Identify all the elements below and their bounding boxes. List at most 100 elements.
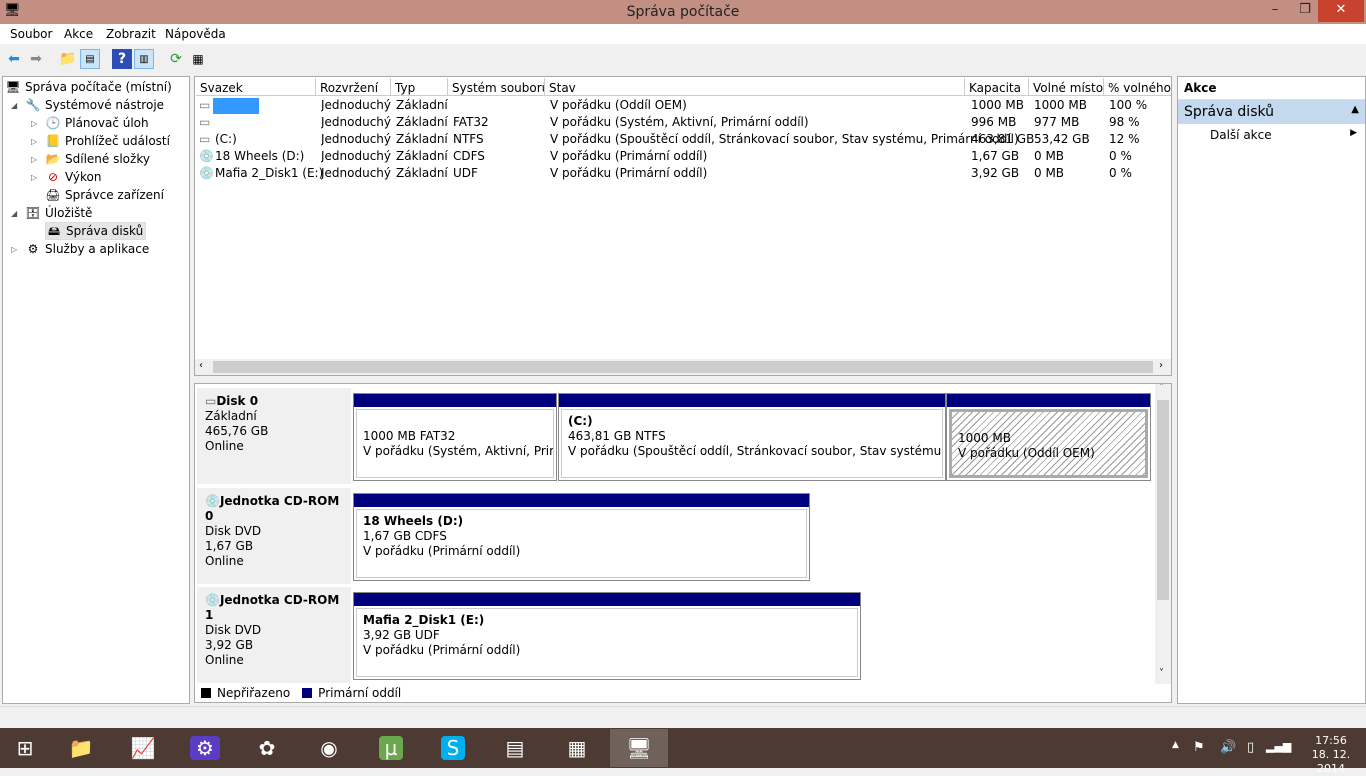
table-row[interactable]: ▭ Jednoduchý Základní V pořádku (Oddíl OEM)… bbox=[195, 97, 1171, 114]
partition-line2: V pořádku (Oddíl OEM) bbox=[958, 446, 1095, 460]
tree-item-system-tools[interactable]: ◢ 🔧 Systémové nástroje bbox=[11, 97, 164, 113]
tree-item-computer-management[interactable]: 🖥 Správa počítače (místní) bbox=[5, 79, 171, 95]
network-signal-icon[interactable]: ▂▄▆ bbox=[1266, 740, 1291, 753]
partition-title: (C:) bbox=[568, 414, 593, 428]
disk-label[interactable]: 💿Jednotka CD-ROM 0 Disk DVD 1,67 GB Online bbox=[197, 488, 351, 584]
table-row[interactable]: ▭ Jednoduchý Základní FAT32 V pořádku (Systé… bbox=[195, 114, 1171, 131]
column-header-filesystem[interactable]: Systém souborů bbox=[448, 78, 545, 96]
table-cell: Základní bbox=[396, 132, 448, 146]
selection-highlight bbox=[213, 98, 259, 114]
taskbar-app[interactable]: ⚙ bbox=[176, 729, 234, 767]
scroll-up-icon[interactable]: ˄ bbox=[1159, 384, 1164, 393]
partition-line2: V pořádku (Primární oddíl) bbox=[363, 544, 521, 558]
expand-arrow-icon[interactable]: ▷ bbox=[31, 119, 41, 128]
minimize-button[interactable]: – bbox=[1260, 0, 1290, 22]
back-icon[interactable]: ⬅ bbox=[4, 49, 24, 69]
table-row[interactable]: ▭ (C:) Jednoduchý Základní NTFS V pořádku (S… bbox=[195, 131, 1171, 148]
partition[interactable]: (C:) 463,81 GB NTFS V pořádku (Spouštěcí o… bbox=[558, 393, 946, 481]
taskbar-app[interactable]: 📈 bbox=[114, 729, 172, 767]
taskbar-app[interactable]: 📁 bbox=[52, 729, 110, 767]
menu-zobrazit[interactable]: Zobrazit bbox=[106, 27, 156, 41]
show-hidden-icons[interactable]: ▲ bbox=[1172, 740, 1179, 750]
column-header-percent-free[interactable]: % volného m bbox=[1104, 78, 1171, 96]
taskbar-app[interactable]: µ bbox=[362, 729, 420, 767]
show-hide-tree-icon[interactable]: ▤ bbox=[80, 49, 100, 69]
scrollbar-thumb[interactable] bbox=[1157, 400, 1169, 600]
tree-item-services-applications[interactable]: ▷ ⚙ Služby a aplikace bbox=[11, 241, 149, 257]
actions-header: Akce bbox=[1178, 77, 1365, 100]
tree-item-event-viewer[interactable]: ▷ 📒 Prohlížeč událostí bbox=[31, 133, 170, 149]
battery-icon[interactable]: ▯ bbox=[1247, 740, 1254, 755]
collapse-arrow-icon[interactable]: ◢ bbox=[11, 209, 21, 218]
tree-item-storage[interactable]: ◢ 🗄 Úložiště bbox=[11, 205, 92, 221]
column-header-free-space[interactable]: Volné místo bbox=[1029, 78, 1104, 96]
horizontal-scrollbar[interactable]: ‹ › bbox=[195, 359, 1171, 375]
properties-icon[interactable]: ▦ bbox=[188, 49, 208, 69]
table-cell: UDF bbox=[453, 166, 478, 180]
help-icon[interactable]: ? bbox=[112, 49, 132, 69]
event-viewer-icon: 📒 bbox=[45, 134, 61, 148]
column-header-volume[interactable]: Svazek bbox=[196, 78, 316, 96]
storage-icon: 🗄 bbox=[25, 206, 41, 220]
partition[interactable]: 1000 MB FAT32 V pořádku (Systém, Aktivní,… bbox=[353, 393, 557, 481]
scroll-down-icon[interactable]: ˅ bbox=[1159, 668, 1164, 679]
start-button[interactable]: ⊞ bbox=[0, 729, 50, 767]
legend-primary: Primární oddíl bbox=[318, 686, 402, 700]
tree-item-performance[interactable]: ▷ ⊘ Výkon bbox=[31, 169, 101, 185]
column-header-type[interactable]: Typ bbox=[391, 78, 448, 96]
clock[interactable]: 17:56 18. 12. 2014 bbox=[1300, 734, 1362, 776]
maximize-button[interactable]: ❐ bbox=[1290, 0, 1320, 22]
up-folder-icon[interactable]: 📁 bbox=[58, 49, 78, 69]
table-cell: FAT32 bbox=[453, 115, 489, 129]
taskbar-app[interactable]: 🖥 bbox=[610, 729, 668, 767]
table-cell: 0 % bbox=[1109, 166, 1132, 180]
menu-napoveda[interactable]: Nápověda bbox=[165, 27, 226, 41]
column-header-status[interactable]: Stav bbox=[545, 78, 965, 96]
menu-bar: Soubor Akce Zobrazit Nápověda bbox=[0, 24, 1366, 44]
partition-line1: 1000 MB FAT32 bbox=[363, 429, 456, 443]
chrome-icon: ◉ bbox=[320, 736, 338, 760]
column-header-layout[interactable]: Rozvržení bbox=[316, 78, 391, 96]
expand-arrow-icon[interactable]: ▷ bbox=[31, 173, 41, 182]
collapse-icon[interactable]: ▲ bbox=[1351, 104, 1359, 120]
table-row[interactable]: 💿 18 Wheels (D:) Jednoduchý Základní CDFS V p… bbox=[195, 148, 1171, 165]
action-center-flag-icon[interactable]: ⚑ bbox=[1193, 740, 1205, 755]
partition[interactable]: 1000 MB V pořádku (Oddíl OEM) bbox=[946, 393, 1151, 481]
menu-soubor[interactable]: Soubor bbox=[10, 27, 52, 41]
partition-line2: V pořádku (Primární oddíl) bbox=[363, 643, 521, 657]
partition-title bbox=[363, 414, 547, 429]
show-action-pane-icon[interactable]: ▥ bbox=[134, 49, 154, 69]
tree-item-task-scheduler[interactable]: ▷ 🕒 Plánovač úloh bbox=[31, 115, 149, 131]
scrollbar-thumb[interactable] bbox=[213, 361, 1153, 373]
taskbar-app[interactable]: ✿ bbox=[238, 729, 296, 767]
disk-label[interactable]: ▭Disk 0 Základní 465,76 GB Online bbox=[197, 388, 351, 484]
tree-item-disk-management[interactable]: 🖴 Správa disků bbox=[45, 222, 147, 240]
partition[interactable]: 18 Wheels (D:) 1,67 GB CDFS V pořádku (Pri… bbox=[353, 493, 810, 581]
tree-item-shared-folders[interactable]: ▷ 📂 Sdílené složky bbox=[31, 151, 150, 167]
vertical-scrollbar[interactable]: ˄ ˅ bbox=[1155, 384, 1171, 684]
expand-arrow-icon[interactable]: ▷ bbox=[31, 137, 41, 146]
drive-icon: ▭ bbox=[199, 132, 211, 146]
taskbar-app[interactable]: ▤ bbox=[486, 729, 544, 767]
taskbar-app[interactable]: ◉ bbox=[300, 729, 358, 767]
disk-icon: ▭ bbox=[205, 394, 217, 408]
expand-arrow-icon[interactable]: ▷ bbox=[11, 245, 21, 254]
column-header-capacity[interactable]: Kapacita bbox=[965, 78, 1029, 96]
expand-arrow-icon[interactable]: ▷ bbox=[31, 155, 41, 164]
actions-section-disk-management[interactable]: Správa disků ▲ bbox=[1178, 100, 1365, 124]
taskbar-app[interactable]: ▦ bbox=[548, 729, 606, 767]
partition[interactable]: Mafia 2_Disk1 (E:) 3,92 GB UDF V pořádku (… bbox=[353, 592, 861, 680]
disk-label[interactable]: 💿Jednotka CD-ROM 1 Disk DVD 3,92 GB Online bbox=[197, 587, 351, 683]
volume-icon[interactable]: 🔊 bbox=[1220, 740, 1236, 755]
action-more-actions[interactable]: Další akce ▶ bbox=[1178, 124, 1365, 142]
forward-icon[interactable]: ➡ bbox=[26, 49, 46, 69]
scroll-right-icon[interactable]: › bbox=[1159, 360, 1163, 371]
refresh-icon[interactable]: ⟳ bbox=[166, 49, 186, 69]
taskbar-app[interactable]: S bbox=[424, 729, 482, 767]
menu-akce[interactable]: Akce bbox=[64, 27, 93, 41]
tree-item-device-manager[interactable]: 🖨 Správce zařízení bbox=[45, 187, 164, 203]
scroll-left-icon[interactable]: ‹ bbox=[199, 360, 203, 371]
table-row[interactable]: 💿 Mafia 2_Disk1 (E:) Jednoduchý Základní UDF… bbox=[195, 165, 1171, 182]
close-button[interactable]: ✕ bbox=[1318, 0, 1364, 22]
collapse-arrow-icon[interactable]: ◢ bbox=[11, 101, 21, 110]
